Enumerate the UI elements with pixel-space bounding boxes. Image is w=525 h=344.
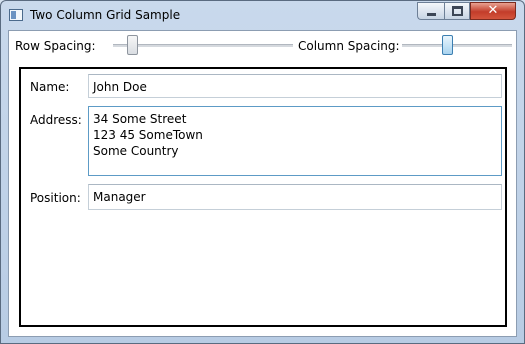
- address-field[interactable]: 34 Some Street 123 45 SomeTown Some Coun…: [88, 106, 502, 176]
- minimize-icon: [426, 12, 436, 16]
- maximize-icon: [451, 6, 463, 16]
- window-icon[interactable]: [9, 9, 23, 21]
- row-spacing-thumb[interactable]: [127, 35, 138, 55]
- window-client-area: Row Spacing: Column Spacing: Name: John …: [8, 30, 517, 337]
- row-spacing-track: [113, 44, 293, 47]
- maximize-button[interactable]: [444, 2, 470, 20]
- close-icon: ✕: [487, 3, 499, 18]
- name-label: Name:: [30, 80, 70, 94]
- column-spacing-track: [402, 44, 512, 47]
- column-spacing-thumb[interactable]: [441, 35, 453, 55]
- close-button[interactable]: ✕: [470, 2, 516, 20]
- app-window: Two Column Grid Sample ✕ Row Spacing: Co…: [0, 0, 525, 344]
- minimize-button[interactable]: [417, 2, 444, 20]
- position-label: Position:: [30, 191, 81, 205]
- address-label: Address:: [30, 113, 82, 127]
- column-spacing-slider[interactable]: [402, 34, 512, 56]
- position-field[interactable]: Manager: [88, 184, 502, 210]
- name-field[interactable]: John Doe: [88, 74, 502, 98]
- column-spacing-label: Column Spacing:: [298, 39, 400, 53]
- title-bar[interactable]: Two Column Grid Sample ✕: [1, 1, 524, 30]
- window-title: Two Column Grid Sample: [30, 8, 181, 22]
- two-column-grid: Name: John Doe Address: 34 Some Street 1…: [19, 67, 507, 327]
- row-spacing-label: Row Spacing:: [15, 39, 96, 53]
- row-spacing-slider[interactable]: [113, 34, 293, 56]
